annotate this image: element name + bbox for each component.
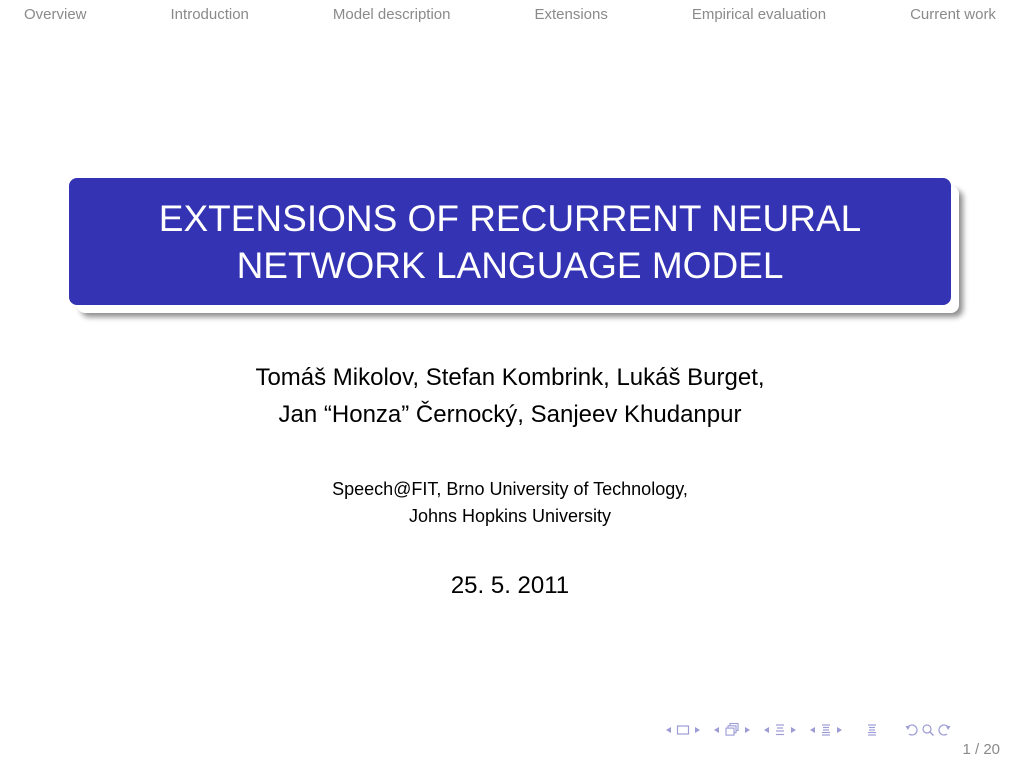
outline-icon[interactable]: [866, 722, 878, 738]
next-slide-arrow-icon[interactable]: [693, 722, 702, 738]
next-section-arrow-icon[interactable]: [835, 722, 844, 738]
frame-icon[interactable]: [724, 722, 740, 738]
search-icon[interactable]: [921, 722, 935, 738]
prev-slide-arrow-icon[interactable]: [664, 722, 673, 738]
institutes: Speech@FIT, Brno University of Technolog…: [0, 476, 1020, 530]
authors-line-2: Jan “Honza” Černocký, Sanjeev Khudanpur: [278, 401, 742, 428]
nav-item-model-description[interactable]: Model description: [333, 6, 451, 23]
nav-item-current-work[interactable]: Current work: [910, 6, 996, 23]
title-box: EXTENSIONS OF RECURRENT NEURAL NETWORK L…: [69, 178, 951, 305]
nav-item-extensions[interactable]: Extensions: [534, 6, 607, 23]
nav-item-overview[interactable]: Overview: [24, 6, 87, 23]
next-subsection-arrow-icon[interactable]: [789, 722, 798, 738]
title-block: EXTENSIONS OF RECURRENT NEURAL NETWORK L…: [69, 178, 951, 305]
prev-section-arrow-icon[interactable]: [808, 722, 817, 738]
beamer-navigation-symbols: [664, 722, 952, 738]
title-line-2: NETWORK LANGUAGE MODEL: [236, 244, 784, 286]
subsection-icon[interactable]: [774, 722, 786, 738]
nav-item-empirical-evaluation[interactable]: Empirical evaluation: [692, 6, 826, 23]
section-icon[interactable]: [820, 722, 832, 738]
presentation-date: 25. 5. 2011: [450, 572, 570, 599]
next-frame-arrow-icon[interactable]: [743, 722, 752, 738]
title-line-1: EXTENSIONS OF RECURRENT NEURAL: [158, 197, 862, 239]
authors: Tomáš Mikolov, Stefan Kombrink, Lukáš Bu…: [0, 359, 1020, 433]
institute-line-1: Speech@FIT, Brno University of Technolog…: [332, 479, 688, 499]
undo-icon[interactable]: [904, 722, 920, 738]
prev-frame-arrow-icon[interactable]: [712, 722, 721, 738]
prev-subsection-arrow-icon[interactable]: [762, 722, 771, 738]
redo-icon[interactable]: [936, 722, 952, 738]
section-navigation-bar: Overview Introduction Model description …: [0, 0, 1020, 28]
slide-icon[interactable]: [676, 722, 690, 738]
nav-item-introduction[interactable]: Introduction: [171, 6, 249, 23]
authors-line-1: Tomáš Mikolov, Stefan Kombrink, Lukáš Bu…: [255, 364, 765, 391]
page-number: 1 / 20: [962, 741, 1000, 758]
institute-line-2: Johns Hopkins University: [408, 506, 612, 526]
